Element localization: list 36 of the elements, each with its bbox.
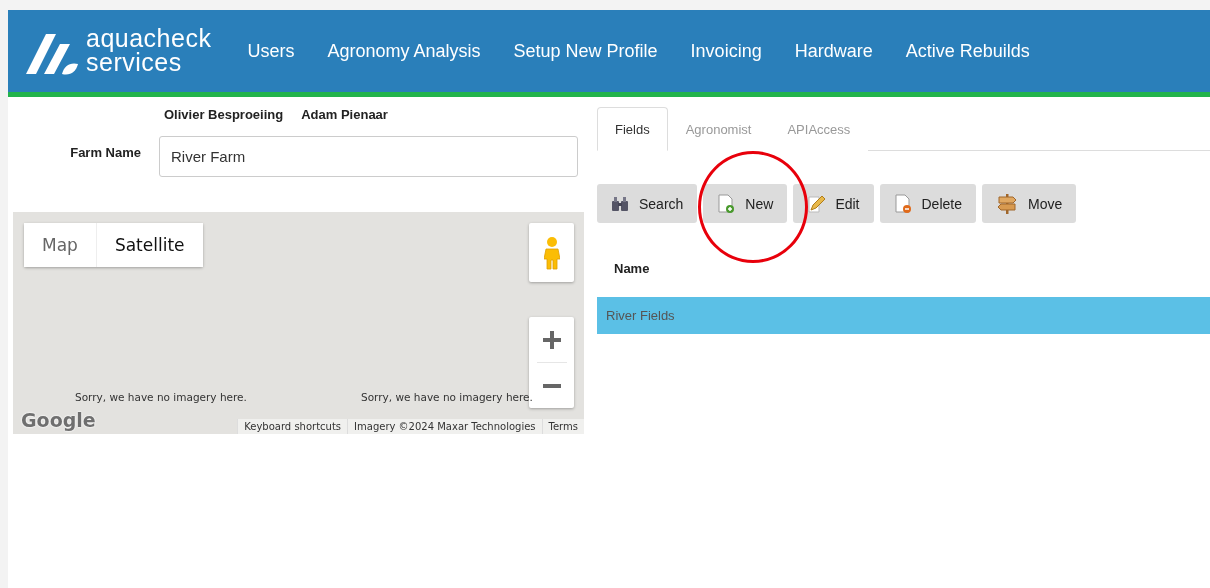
table-row[interactable]: River Fields	[597, 297, 1210, 334]
owner-name: Adam Pienaar	[301, 107, 388, 122]
nav-link[interactable]: Agronomy Analysis	[327, 40, 481, 62]
nav-link[interactable]: Users	[247, 40, 295, 62]
plus-icon	[541, 329, 562, 350]
map-notice: Sorry, we have no imagery here.	[75, 391, 247, 403]
nav-link[interactable]: Hardware	[794, 40, 873, 62]
nav-link[interactable]: Active Rebuilds	[905, 40, 1030, 62]
logo-text: aquacheck	[86, 26, 212, 50]
map-logo: Google	[21, 409, 96, 431]
owner-name: Olivier Besproeiing	[164, 107, 284, 122]
farm-name-field[interactable]: River Farm	[159, 136, 578, 177]
pegman-icon	[543, 235, 560, 270]
new-document-icon	[717, 193, 736, 214]
delete-document-icon	[893, 193, 912, 214]
map-footer-link[interactable]: Imagery ©2024 Maxar Technologies	[347, 419, 542, 434]
edit-button[interactable]: Edit	[793, 184, 874, 223]
map-footer-link[interactable]: Keyboard shortcuts	[237, 419, 348, 434]
column-header: Name	[613, 260, 651, 278]
minus-icon	[541, 383, 562, 388]
nav-link[interactable]: Setup New Profile	[513, 40, 658, 62]
logo-icon	[24, 32, 80, 76]
new-button[interactable]: New	[703, 184, 788, 223]
map-type-button[interactable]: Map	[24, 223, 96, 267]
pencil-icon	[807, 193, 826, 214]
map-notice: Sorry, we have no imagery here.	[361, 391, 533, 403]
field-label: Farm Name	[69, 144, 142, 160]
signpost-icon	[995, 192, 1018, 215]
map-footer-link[interactable]: Terms	[541, 419, 584, 434]
tab[interactable]: Fields	[597, 107, 668, 151]
delete-button[interactable]: Delete	[879, 184, 976, 223]
map-type-button[interactable]: Satellite	[95, 223, 203, 267]
move-button[interactable]: Move	[981, 184, 1077, 223]
nav-link[interactable]: Invoicing	[690, 40, 762, 62]
search-button[interactable]: Search	[597, 184, 698, 223]
binoculars-icon	[611, 195, 629, 212]
